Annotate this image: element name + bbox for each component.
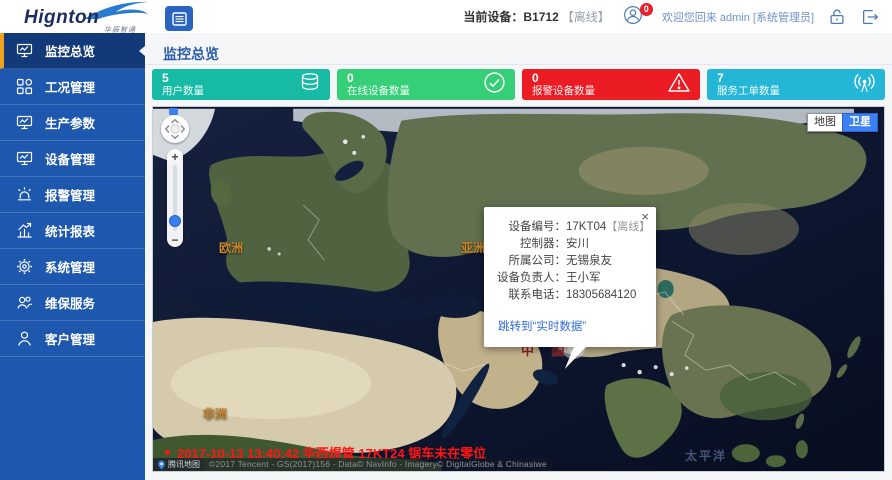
attribution-text: ©2017 Tencent - GS(2017)156 - Data© NavI… (204, 458, 552, 471)
stat-card-online-devices[interactable]: 0 在线设备数量 (337, 69, 515, 100)
notification-button[interactable]: 0 (623, 5, 649, 29)
sidebar-item-statistics-report[interactable]: 统计报表 (0, 213, 145, 249)
stat-value: 7 (717, 72, 875, 85)
people-icon (16, 294, 33, 311)
zoom-in-button[interactable]: + (167, 151, 183, 163)
popup-row: 设备负责人：王小军 (492, 270, 646, 287)
sidebar-item-label: 维保服务 (45, 293, 95, 312)
stat-card-alarm-devices[interactable]: 0 报警设备数量 (522, 69, 700, 100)
sidebar-item-system-management[interactable]: 系统管理 (0, 249, 145, 285)
screen: Hignton 华辰智通 当前设备：B1712 【离线】 0 (0, 0, 892, 480)
stat-label: 在线设备数量 (347, 85, 505, 97)
sidebar-item-customer-management[interactable]: 客户管理 (0, 321, 145, 357)
popup-row: 控制器：安川 (492, 236, 646, 253)
region-label-pacific: 太平洋 (685, 447, 727, 464)
map-zoom-slider[interactable]: + − (167, 149, 183, 247)
monitor-icon (16, 150, 33, 167)
current-device-status: 【离线】 (562, 10, 610, 24)
region-label-africa: 非洲 (203, 405, 227, 422)
person-icon (16, 330, 33, 347)
sidebar-item-label: 统计报表 (45, 221, 95, 240)
sidebar-item-monitor-overview[interactable]: 监控总览 (0, 33, 145, 69)
realtime-data-link[interactable]: 跳转到“实时数据” (498, 318, 586, 334)
monitor-icon (16, 42, 33, 59)
popup-row: 联系电话：18305684120 (492, 287, 646, 304)
sidebar-item-label: 工况管理 (45, 77, 95, 96)
satellite-mode-button[interactable]: 卫星 (842, 113, 878, 132)
sidebar-item-label: 客户管理 (45, 329, 95, 348)
database-icon (299, 71, 321, 98)
gear-icon (16, 258, 33, 275)
sidebar-toggle-button[interactable] (165, 6, 193, 31)
map-type-toggle: 地图 卫星 (807, 113, 878, 132)
map-pan-control[interactable] (161, 115, 189, 143)
map-provider-logo: 腾讯地图 (153, 458, 204, 471)
map-mode-button[interactable]: 地图 (807, 113, 842, 132)
top-header: Hignton 华辰智通 当前设备：B1712 【离线】 0 (0, 0, 892, 33)
zoom-out-button[interactable]: − (167, 234, 183, 246)
logo-subtext: 华辰智通 (104, 25, 136, 35)
lock-button[interactable] (827, 7, 847, 27)
sidebar-item-label: 监控总览 (45, 41, 95, 60)
logout-button[interactable] (860, 7, 880, 27)
active-caret (139, 46, 145, 56)
stat-value: 5 (162, 72, 320, 85)
sidebar-item-label: 系统管理 (45, 257, 95, 276)
stat-label: 用户数量 (162, 85, 320, 97)
current-device-text: 当前设备：B1712 【离线】 (463, 8, 609, 25)
radar-icon (853, 71, 876, 99)
region-label-asia: 亚洲 (461, 239, 485, 256)
main-content: 监控总览 5 用户数量 0 在线设备数量 (145, 33, 892, 480)
map-pin-icon (157, 460, 166, 470)
check-circle-icon (483, 71, 506, 99)
sidebar-item-device-management[interactable]: 设备管理 (0, 141, 145, 177)
stat-cards-row: 5 用户数量 0 在线设备数量 (152, 69, 885, 100)
page-title: 监控总览 (163, 44, 219, 64)
title-divider (145, 64, 892, 65)
stat-label: 服务工单数量 (717, 85, 875, 97)
current-device-label: 当前设备：B1712 (463, 10, 558, 24)
sidebar-item-alarm-management[interactable]: 报警管理 (0, 177, 145, 213)
alarm-icon (16, 186, 33, 203)
welcome-text: 欢迎您回来 admin [系统管理员] (662, 9, 814, 25)
sidebar-item-label: 报警管理 (45, 185, 95, 204)
monitor-icon (16, 114, 33, 131)
sidebar-item-working-condition[interactable]: 工况管理 (0, 69, 145, 105)
header-right-group: 当前设备：B1712 【离线】 0 欢迎您回来 admin [系统管理员] (463, 0, 880, 33)
popup-row: 设备编号：17KT04【离线】 (492, 219, 646, 236)
warning-triangle-icon (667, 71, 691, 98)
device-info-popup: × 设备编号：17KT04【离线】 控制器：安川 所属公司：无锡泉友 设备负责人… (484, 207, 656, 347)
sidebar-item-label: 生产参数 (45, 113, 95, 132)
device-offline-status: 【离线】 (606, 219, 646, 236)
stat-card-work-orders[interactable]: 7 服务工单数量 (707, 69, 885, 100)
sidebar-item-maintenance-service[interactable]: 维保服务 (0, 285, 145, 321)
chart-icon (16, 222, 33, 239)
hamburger-icon (172, 12, 187, 26)
notification-count-badge: 0 (640, 3, 653, 16)
map-overview-button[interactable] (169, 108, 178, 115)
map-attribution: 腾讯地图 ©2017 Tencent - GS(2017)156 - Data©… (153, 458, 552, 471)
region-label-europe: 欧洲 (219, 239, 243, 256)
popup-row: 所属公司：无锡泉友 (492, 253, 646, 270)
sidebar-item-label: 设备管理 (45, 149, 95, 168)
zoom-knob[interactable] (169, 215, 181, 227)
sidebar-item-production-params[interactable]: 生产参数 (0, 105, 145, 141)
grid-icon (16, 78, 33, 95)
stat-card-users[interactable]: 5 用户数量 (152, 69, 330, 100)
close-icon[interactable]: × (641, 211, 649, 223)
brand-logo: Hignton 华辰智通 (24, 1, 146, 33)
alert-dot-icon (165, 450, 170, 455)
stat-value: 0 (347, 72, 505, 85)
logo-text: Hignton (24, 7, 99, 29)
world-map[interactable]: 欧洲 亚洲 非洲 中 国 太平洋 + − 地图 卫 (152, 106, 885, 472)
sidebar-nav: 监控总览 工况管理 生产参数 (0, 33, 145, 480)
